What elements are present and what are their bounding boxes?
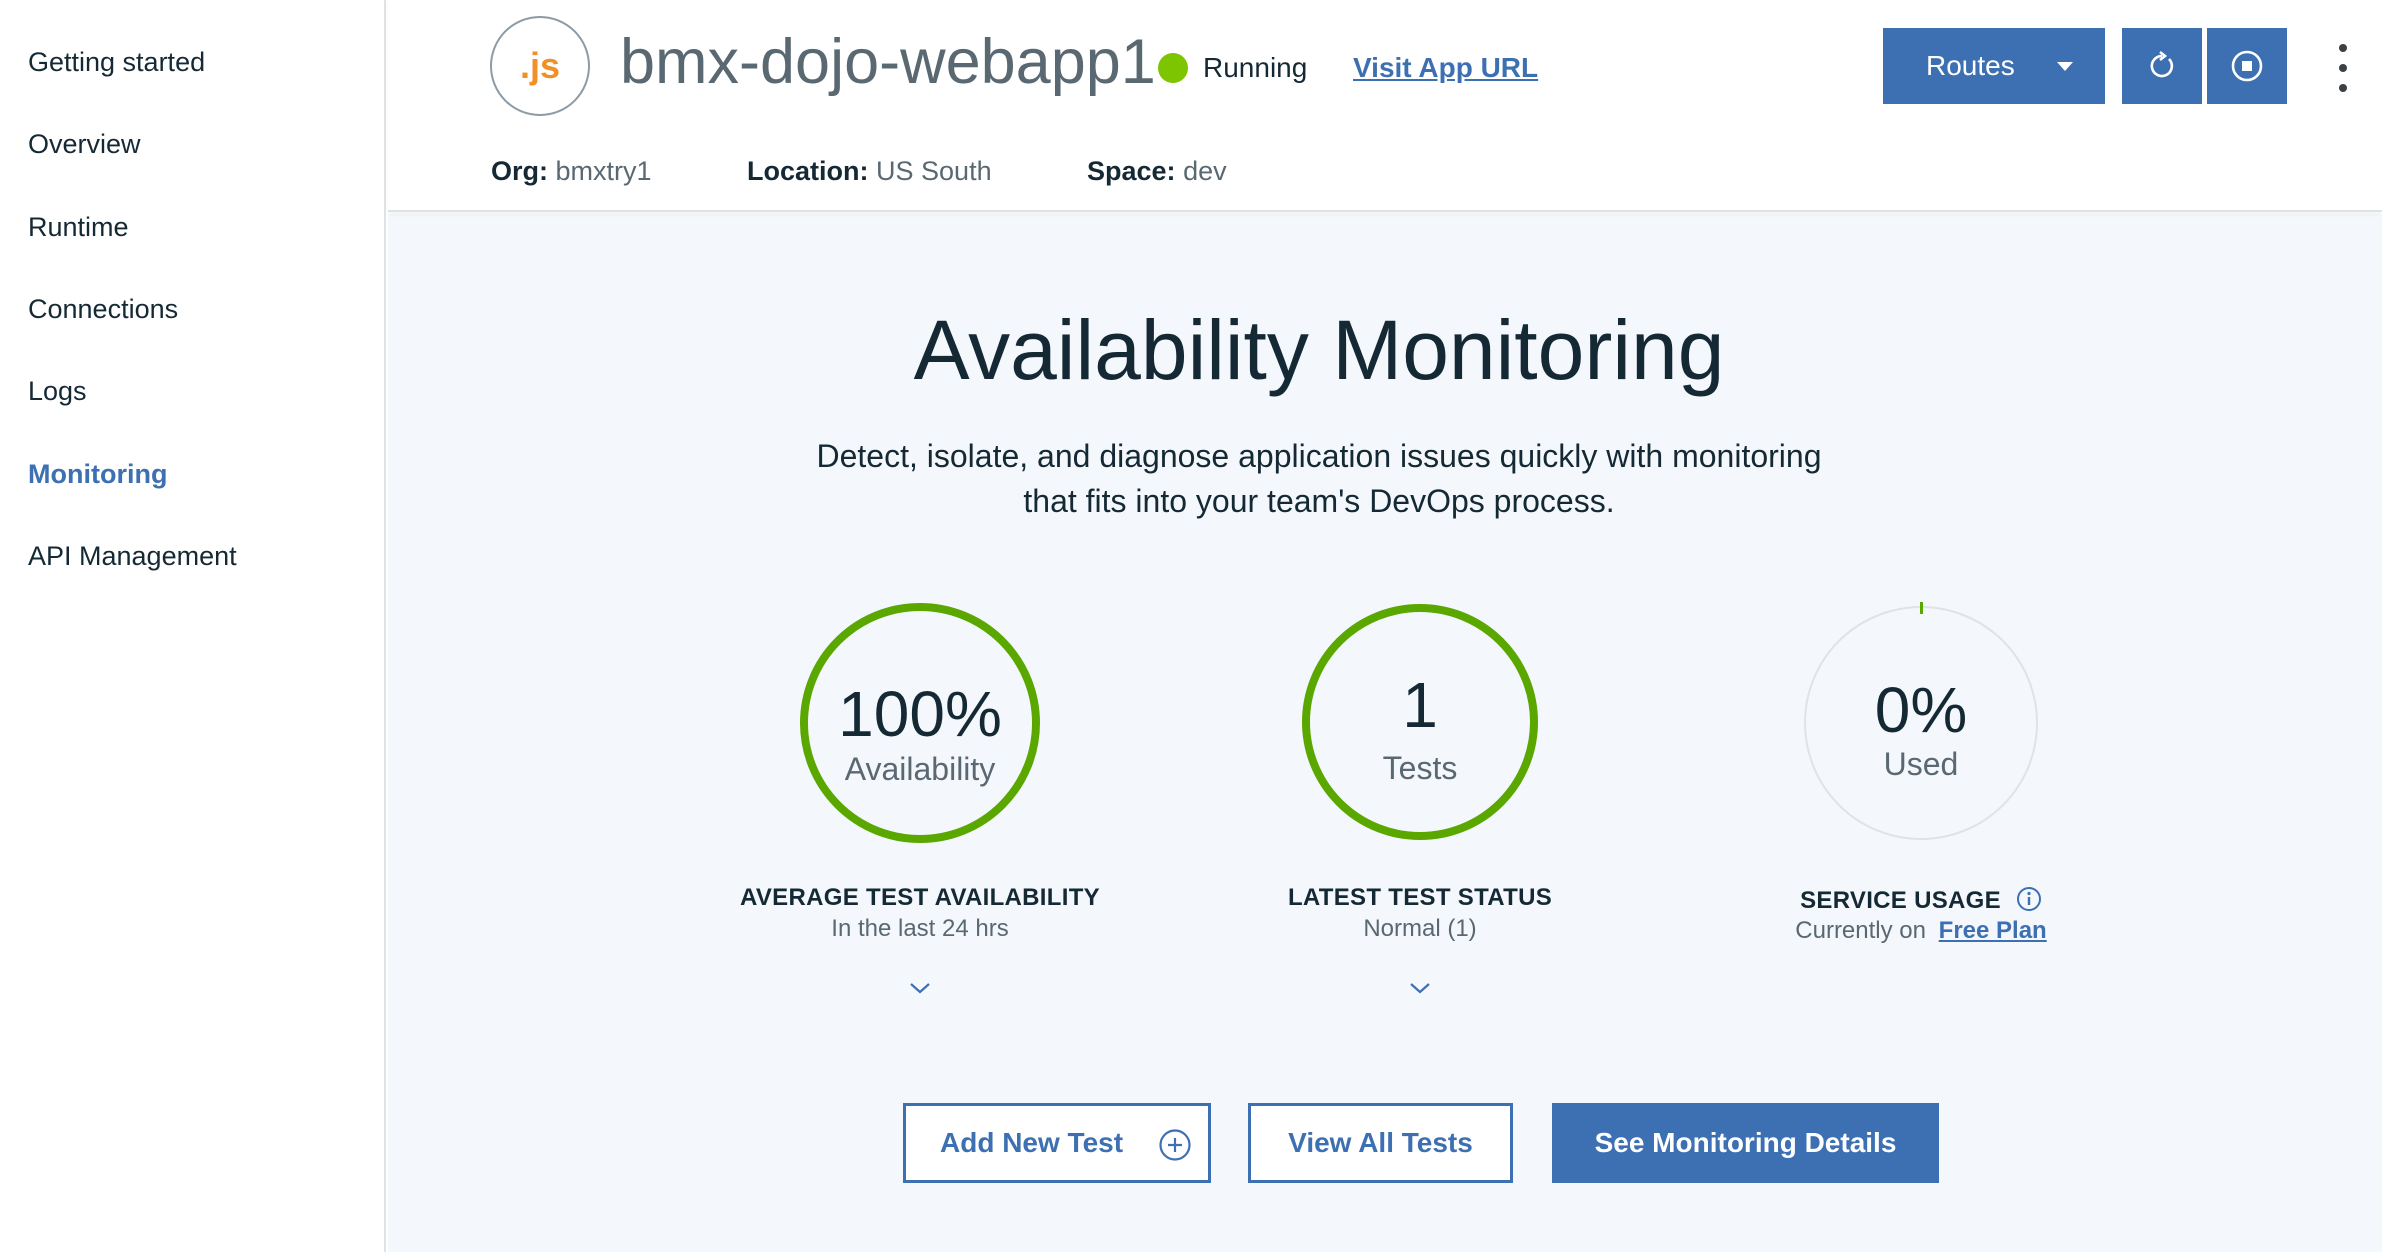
- org-label: Org:: [491, 156, 548, 186]
- sidebar-item-overview[interactable]: Overview: [28, 129, 141, 160]
- tests-heading: LATEST TEST STATUS: [1287, 884, 1553, 911]
- add-circle-icon: [1159, 1129, 1191, 1161]
- routes-dropdown-button[interactable]: Routes: [1883, 28, 2105, 104]
- app-status: Running: [1203, 52, 1308, 83]
- usage-sub-prefix: Currently on: [1795, 917, 1926, 944]
- chevron-down-icon[interactable]: [1408, 980, 1432, 996]
- overflow-menu-icon[interactable]: [2323, 44, 2363, 92]
- add-new-test-button[interactable]: Add New Test: [903, 1103, 1211, 1183]
- usage-heading-row: SERVICE USAGE: [1671, 886, 2171, 915]
- sidebar: Getting started Overview Runtime Connect…: [0, 0, 386, 1252]
- location-value: US South: [876, 156, 992, 186]
- app-name: bmx-dojo-webapp1: [620, 27, 1156, 97]
- visit-app-url-link[interactable]: Visit App URL: [1353, 52, 1538, 84]
- location-label: Location:: [747, 156, 869, 186]
- free-plan-link[interactable]: Free Plan: [1939, 917, 2047, 944]
- tests-sub: Normal (1): [1363, 915, 1477, 942]
- availability-sub: In the last 24 hrs: [831, 915, 1009, 942]
- chevron-down-icon[interactable]: [908, 980, 932, 996]
- stop-icon: [2231, 50, 2263, 82]
- monitoring-main: Availability Monitoring Detect, isolate,…: [388, 214, 2382, 1252]
- page-description: Detect, isolate, and diagnose applicatio…: [388, 434, 2250, 524]
- nodejs-app-icon: .js: [490, 16, 590, 116]
- usage-heading: SERVICE USAGE: [1800, 887, 2001, 914]
- restart-icon: [2150, 51, 2174, 78]
- org-value: bmxtry1: [555, 156, 652, 186]
- routes-label: Routes: [1926, 50, 2015, 81]
- sidebar-item-getting-started[interactable]: Getting started: [28, 47, 205, 78]
- view-all-tests-button[interactable]: View All Tests: [1248, 1103, 1513, 1183]
- space-label: Space:: [1087, 156, 1176, 186]
- tests-ring: 1 Tests: [1302, 604, 1538, 840]
- sidebar-item-connections[interactable]: Connections: [28, 294, 178, 325]
- usage-sub: Currently on Free Plan: [1671, 917, 2171, 945]
- caret-down-icon: [2057, 62, 2073, 71]
- see-monitoring-details-label: See Monitoring Details: [1594, 1127, 1897, 1158]
- app-header: .js bmx-dojo-webapp1 Running Visit App U…: [388, 0, 2382, 212]
- stop-button[interactable]: [2207, 28, 2287, 104]
- sidebar-item-logs[interactable]: Logs: [28, 376, 87, 407]
- usage-label: Used: [1883, 746, 1959, 782]
- availability-heading: AVERAGE TEST AVAILABILITY: [740, 884, 1100, 911]
- sidebar-item-runtime[interactable]: Runtime: [28, 212, 129, 243]
- tests-label: Tests: [1382, 750, 1458, 786]
- status-running-icon: [1158, 53, 1188, 83]
- space-info: Space: dev: [1087, 156, 1227, 187]
- availability-label: Availability: [844, 751, 996, 787]
- description-line-2: that fits into your team's DevOps proces…: [1023, 483, 1615, 519]
- availability-ring: 100% Availability: [800, 603, 1040, 843]
- sidebar-item-monitoring[interactable]: Monitoring: [28, 459, 167, 490]
- see-monitoring-details-button[interactable]: See Monitoring Details: [1552, 1103, 1939, 1183]
- page-title: Availability Monitoring: [913, 303, 1725, 397]
- usage-progress-marker: [1920, 602, 1923, 614]
- view-all-tests-label: View All Tests: [1288, 1127, 1473, 1158]
- app-icon-text: .js: [519, 45, 561, 86]
- usage-ring: 0% Used: [1804, 606, 2038, 840]
- tests-value: 1: [1402, 669, 1438, 741]
- location-info: Location: US South: [747, 156, 992, 187]
- description-line-1: Detect, isolate, and diagnose applicatio…: [816, 438, 1822, 474]
- org-info: Org: bmxtry1: [491, 156, 652, 187]
- availability-value: 100%: [838, 678, 1002, 750]
- restart-button[interactable]: [2122, 28, 2202, 104]
- sidebar-item-api-management[interactable]: API Management: [28, 541, 237, 572]
- add-new-test-label: Add New Test: [940, 1127, 1124, 1158]
- space-value: dev: [1183, 156, 1227, 186]
- info-icon[interactable]: [2016, 886, 2042, 912]
- usage-value: 0%: [1874, 674, 1968, 746]
